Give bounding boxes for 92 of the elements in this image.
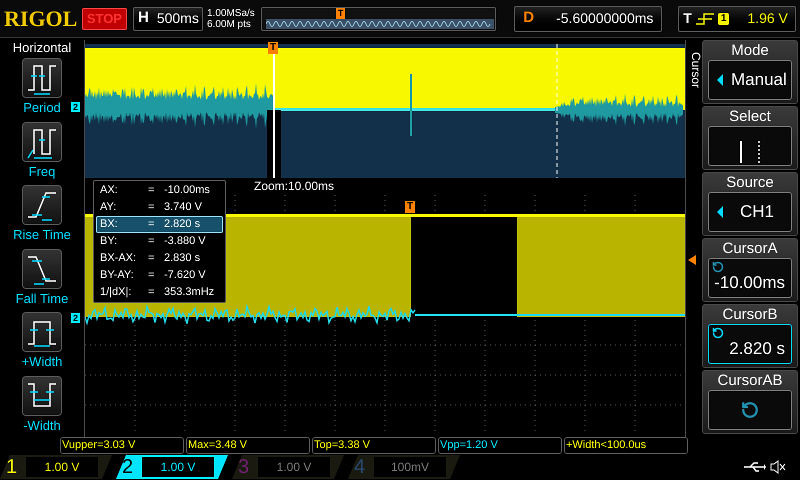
readout-equals: = (148, 268, 156, 283)
timebase-label: H (138, 8, 149, 28)
softkey-title: CursorA (721, 239, 778, 258)
channel-scale: 100mV (374, 457, 446, 477)
delay-label: D (523, 8, 534, 28)
button-label: -Width (23, 418, 61, 434)
readout-value: -10.00ms (164, 183, 210, 198)
zoom-label: Zoom:10.00ms (254, 179, 334, 193)
channel-scale: 1.00 V (258, 457, 330, 477)
softkey-button[interactable]: Manual (708, 60, 792, 100)
softkey-button[interactable]: -10.00ms (708, 258, 792, 298)
softkey-title: CursorAB (716, 371, 784, 390)
rotate-icon (712, 327, 724, 339)
softkey-title: CursorB (721, 305, 778, 324)
channel-number: 4 (354, 456, 366, 478)
readout-value: 3.740 V (164, 200, 202, 215)
sine-wave-icon (266, 18, 494, 28)
run-state: STOP (82, 8, 127, 30)
readout-name: AY: (100, 200, 118, 215)
readout-name: BX-AX: (100, 251, 138, 266)
readout-equals: = (148, 183, 156, 198)
sample-rate: 1.00MSa/s (206, 8, 256, 18)
channel-number: 2 (122, 456, 134, 478)
channel-number: 3 (238, 456, 250, 478)
button-label: Period (23, 100, 61, 116)
readout-equals: = (148, 200, 156, 215)
channel-tab[interactable]: 2 1.00 V (116, 455, 228, 479)
readout-equals: = (148, 234, 156, 249)
readout-value: 2.820 s (164, 217, 200, 232)
channel-marker: 2 (71, 313, 80, 323)
measurement-readout: Top=3.38 V (312, 437, 436, 454)
softkey-button[interactable]: 2.820 s (708, 324, 792, 364)
channel-tab[interactable]: 1 1.00 V (0, 455, 112, 479)
measure-button[interactable]: Rise Time (1, 183, 83, 246)
memory-depth: 6.00M pts (206, 18, 252, 30)
readout-equals: = (148, 217, 156, 232)
measurement-readout: +Width<100.0us (564, 437, 688, 454)
readout-equals: = (148, 251, 156, 266)
option-value: Manual (731, 69, 787, 92)
measurement-readout: Max=3.48 V (186, 437, 310, 454)
measure-button[interactable]: -Width (1, 374, 83, 437)
trigger-position-marker: T (336, 8, 346, 18)
softkey-button[interactable]: CH1 (708, 192, 792, 232)
channel-scale: 1.00 V (26, 457, 98, 477)
speaker-muted-icon (770, 460, 786, 474)
trigger-label: T (683, 9, 692, 28)
measurement-readout: Vpp=1.20 V (438, 437, 562, 454)
delay-value: -5.60000000ms (556, 9, 654, 28)
button-label: Rise Time (13, 227, 71, 243)
measurement-readout: Vupper=3.03 V (60, 437, 184, 454)
channel-number: 1 (6, 456, 18, 478)
left-arrow-icon (717, 74, 723, 86)
softkey-button[interactable] (708, 390, 792, 430)
readout-value: 353.3mHz (164, 285, 214, 300)
trigger-marker: T (268, 42, 278, 54)
readout-name: 1/|dX|: (100, 285, 132, 300)
channel-marker: 2 (71, 102, 80, 112)
channel-tab[interactable]: 3 1.00 V (232, 455, 344, 479)
readout-value: -3.880 V (164, 234, 206, 249)
left-arrow-icon (717, 206, 723, 218)
usb-icon (744, 461, 766, 473)
channel-scale: 1.00 V (142, 457, 214, 477)
rotate-icon (741, 401, 759, 419)
button-label: Fall Time (16, 290, 68, 306)
button-label: +Width (22, 354, 62, 370)
softkey-title: Source (725, 173, 775, 192)
cursor-value: -10.00ms (714, 272, 785, 294)
readout-name: BY-AY: (100, 268, 135, 283)
cursor-tab[interactable]: Cursor (687, 52, 705, 88)
trigger-source: 1 (718, 12, 730, 24)
menu-title: Horizontal (12, 40, 72, 56)
readout-value: -7.620 V (164, 268, 206, 283)
readout-name: BX: (100, 217, 119, 232)
cursor-value: 2.820 s (729, 338, 785, 360)
channel-tab[interactable]: 4 100mV (348, 455, 460, 479)
rotate-icon (712, 261, 724, 273)
trigger-level: 1.96 V (747, 9, 788, 28)
option-value: CH1 (740, 201, 774, 224)
readout-equals: = (148, 285, 156, 300)
trigger-marker: T (405, 201, 416, 213)
softkey-button[interactable] (708, 126, 792, 166)
brand-logo: RIGOL (4, 5, 78, 33)
timebase-value: 500ms (156, 9, 199, 28)
readout-name: AX: (100, 183, 119, 198)
measure-button[interactable]: Fall Time (1, 246, 83, 310)
readout-value: 2.830 s (164, 251, 200, 266)
button-label: Freq (28, 164, 56, 180)
softkey-title: Select (728, 107, 772, 126)
readout-name: BY: (100, 234, 118, 249)
softkey-title: Mode (730, 41, 770, 60)
measure-button[interactable]: Freq (1, 120, 83, 183)
rising-edge-icon (696, 12, 714, 26)
